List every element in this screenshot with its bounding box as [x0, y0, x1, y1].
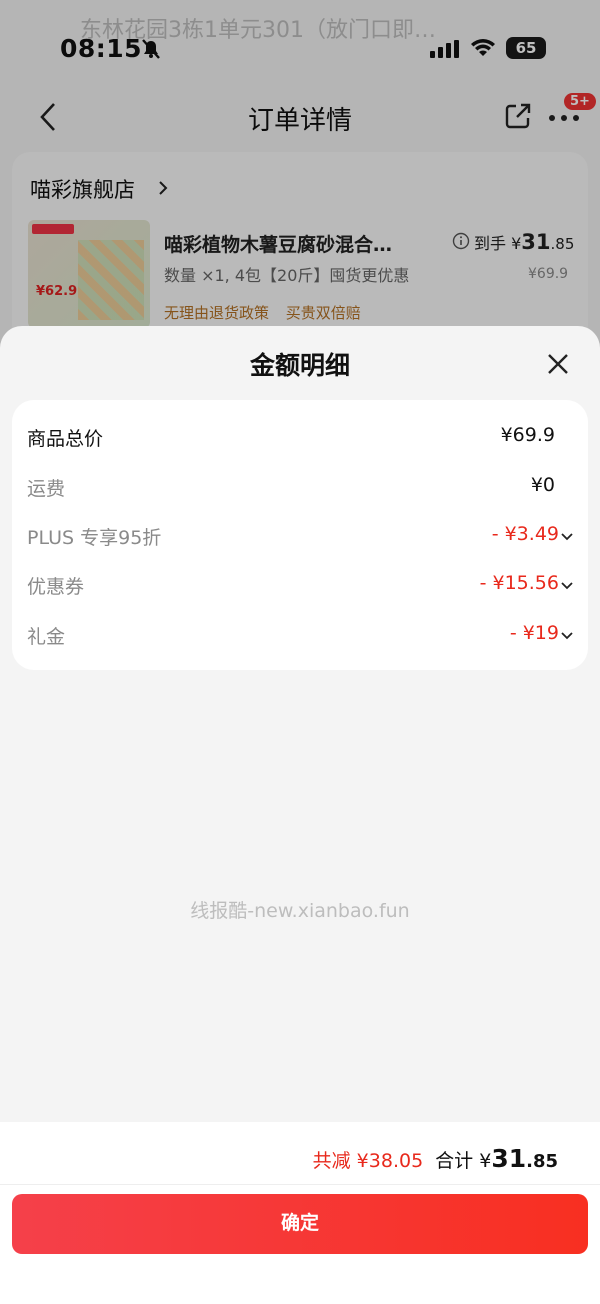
row-value: - ¥19	[509, 622, 559, 644]
row-value: - ¥15.56	[479, 572, 559, 594]
dim-overlay[interactable]	[0, 0, 600, 360]
row-value: ¥0	[530, 474, 555, 496]
sheet-title: 金额明细	[249, 351, 350, 380]
total-summary: 共减 ¥38.05 合计 ¥31.85	[313, 1144, 558, 1173]
row-label: 商品总价	[27, 428, 104, 450]
row-goods-total: 商品总价 ¥69.9	[27, 416, 573, 456]
row-label: 礼金	[27, 626, 66, 648]
row-shipping: 运费 ¥0	[27, 466, 573, 506]
total-dec: .85	[526, 1151, 558, 1172]
total-label: 合计 ¥	[435, 1150, 492, 1172]
row-label: 优惠券	[27, 576, 85, 598]
row-label: PLUS 专享95折	[27, 527, 162, 549]
row-coupon[interactable]: 优惠券 - ¥15.56	[27, 564, 573, 604]
row-label: 运费	[27, 478, 66, 500]
close-icon[interactable]	[544, 350, 572, 378]
total-reduce: 共减 ¥38.05	[312, 1150, 424, 1172]
amount-detail-sheet: 金额明细 商品总价 ¥69.9 运费 ¥0 PLUS 专享95折 - ¥3.49…	[0, 326, 600, 1304]
row-value: ¥69.9	[500, 424, 555, 446]
footer-divider	[0, 1184, 600, 1185]
confirm-button[interactable]: 确定	[12, 1194, 588, 1254]
amount-detail-card: 商品总价 ¥69.9 运费 ¥0 PLUS 专享95折 - ¥3.49 优惠券 …	[12, 400, 588, 670]
row-gift-money[interactable]: 礼金 - ¥19	[27, 614, 573, 654]
row-plus-discount[interactable]: PLUS 专享95折 - ¥3.49	[27, 515, 573, 555]
chevron-down-icon[interactable]	[561, 533, 573, 541]
chevron-down-icon[interactable]	[561, 632, 573, 640]
row-value: - ¥3.49	[491, 523, 559, 545]
order-detail-background: 东林花园3栋1单元301（放门口即… 08:15 65 订单详情 5+ 喵彩旗舰…	[0, 0, 600, 360]
chevron-down-icon[interactable]	[561, 582, 573, 590]
sheet-footer: 共减 ¥38.05 合计 ¥31.85 确定	[0, 1122, 600, 1304]
total-int: 31	[491, 1144, 527, 1173]
watermark-text: 线报酷-new.xianbao.fun	[190, 900, 410, 922]
